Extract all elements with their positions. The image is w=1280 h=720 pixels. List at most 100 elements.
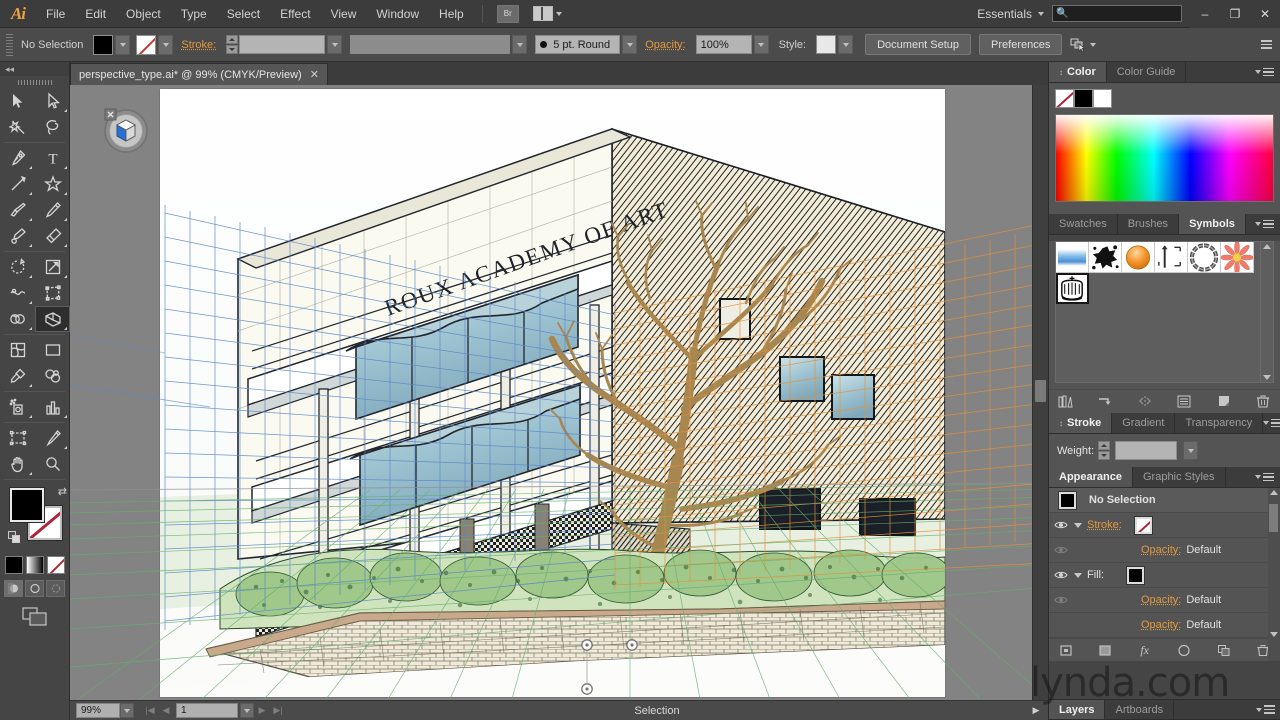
tab-appearance[interactable]: Appearance [1049, 467, 1133, 487]
stepper-up[interactable] [1098, 441, 1111, 450]
symbol-sky[interactable] [1056, 242, 1089, 273]
stroke-color-swatch[interactable] [136, 34, 157, 55]
canvas-vertical-scrollbar[interactable] [1032, 85, 1048, 700]
toolbar-grip[interactable] [0, 76, 69, 88]
zoom-level-input[interactable]: 99% [76, 703, 120, 718]
stroke-profile-input[interactable] [350, 35, 511, 54]
minimize-button[interactable]: – [1190, 0, 1220, 28]
color-spectrum[interactable] [1055, 114, 1274, 202]
mesh-tool[interactable] [0, 337, 35, 363]
symbols-grid[interactable] [1055, 241, 1274, 383]
scroll-up-icon[interactable] [1270, 490, 1278, 495]
status-text[interactable]: Selection [286, 705, 1028, 717]
tab-artboards[interactable]: Artboards [1105, 700, 1175, 719]
visibility-eye-icon[interactable] [1053, 570, 1069, 580]
default-fill-stroke-icon[interactable] [8, 531, 21, 544]
shape-tool[interactable] [35, 171, 70, 197]
disclosure-triangle-icon[interactable] [1074, 572, 1082, 578]
preferences-button[interactable]: Preferences [979, 34, 1063, 55]
tab-gradient[interactable]: Gradient [1112, 413, 1176, 433]
close-icon[interactable]: ✕ [310, 68, 319, 81]
first-artboard-button[interactable]: |◀ [142, 702, 158, 720]
pen-tool[interactable] [0, 145, 35, 171]
symbol-flower[interactable] [1221, 242, 1254, 273]
appearance-scrollbar[interactable] [1268, 488, 1280, 661]
select-similar-icon[interactable] [1070, 38, 1086, 52]
tab-color[interactable]: ↕ Color [1049, 62, 1107, 82]
disclosure-triangle-icon[interactable] [1074, 522, 1082, 528]
menu-file[interactable]: File [36, 0, 75, 28]
menu-window[interactable]: Window [366, 0, 429, 28]
menu-edit[interactable]: Edit [75, 0, 116, 28]
stroke-weight-dropdown[interactable] [327, 35, 343, 54]
tab-color-guide[interactable]: Color Guide [1106, 62, 1187, 82]
appearance-scroll-thumb[interactable] [1269, 504, 1278, 532]
gradient-tool[interactable] [35, 337, 70, 363]
tab-transparency[interactable]: Transparency [1175, 413, 1264, 433]
tab-symbols[interactable]: Symbols [1179, 214, 1246, 234]
visibility-eye-icon-dim[interactable] [1053, 595, 1069, 605]
pencil-tool[interactable] [35, 197, 70, 223]
draw-normal-button[interactable] [4, 580, 23, 597]
menu-object[interactable]: Object [116, 0, 171, 28]
menu-view[interactable]: View [321, 0, 367, 28]
break-symbol-link-button[interactable] [1135, 392, 1154, 411]
menu-type[interactable]: Type [171, 0, 217, 28]
column-graph-tool[interactable] [35, 394, 70, 420]
menu-help[interactable]: Help [429, 0, 474, 28]
color-panel-menu-button[interactable] [1255, 62, 1280, 82]
appearance-fill-opacity-row[interactable]: Opacity: Default [1049, 588, 1280, 613]
stroke-weight-input[interactable] [239, 35, 326, 54]
appearance-stroke-row[interactable]: Stroke: [1049, 513, 1280, 538]
artboard-dropdown[interactable] [240, 703, 254, 718]
document-setup-button[interactable]: Document Setup [865, 34, 972, 55]
appearance-fill-row[interactable]: Fill: [1049, 563, 1280, 588]
place-symbol-instance-button[interactable] [1096, 392, 1115, 411]
free-transform-tool[interactable] [35, 280, 70, 306]
gradient-mode-button[interactable] [25, 556, 44, 574]
appearance-target-swatch[interactable] [1059, 491, 1076, 509]
magic-wand-tool[interactable] [0, 114, 35, 140]
slice-tool[interactable] [35, 425, 70, 451]
stepper-up[interactable] [226, 35, 239, 44]
graphic-style-swatch[interactable] [816, 35, 837, 54]
paintbrush-tool[interactable] [0, 197, 35, 223]
tab-stroke[interactable]: ↕ Stroke [1049, 413, 1113, 433]
eraser-tool[interactable] [35, 223, 70, 249]
scroll-down-icon[interactable] [1270, 632, 1278, 637]
none-mode-button[interactable] [46, 556, 65, 574]
screen-mode-button[interactable] [0, 607, 69, 626]
symbol-arrows[interactable] [1155, 242, 1188, 273]
direct-selection-tool[interactable] [35, 88, 70, 114]
layers-panel-menu-button[interactable] [1256, 700, 1280, 719]
color-none-swatch[interactable] [1055, 89, 1074, 108]
appearance-target-row[interactable]: No Selection [1049, 488, 1280, 513]
artboard[interactable]: ROUX ACADEMY OF ART [160, 89, 945, 697]
hand-tool[interactable] [0, 451, 35, 477]
appearance-stroke-opacity-row[interactable]: Opacity: Default [1049, 538, 1280, 563]
menu-effect[interactable]: Effect [270, 0, 320, 28]
plane-switching-widget[interactable] [100, 105, 150, 155]
select-similar-chevron-icon[interactable] [1090, 42, 1097, 47]
symbols-scrollbar[interactable] [1260, 242, 1273, 382]
zoom-tool[interactable] [35, 451, 70, 477]
appearance-stroke-swatch[interactable] [1134, 516, 1152, 534]
symbol-crown[interactable] [1056, 273, 1089, 304]
stroke-weight-stepper[interactable] [226, 35, 239, 54]
appearance-fill-swatch[interactable] [1127, 566, 1145, 584]
lasso-tool[interactable] [35, 114, 70, 140]
next-artboard-button[interactable]: ▶ [254, 702, 270, 720]
bridge-icon[interactable]: Br [496, 4, 519, 23]
stroke-dropdown-button[interactable] [158, 34, 174, 55]
previous-artboard-button[interactable]: ◀ [158, 702, 174, 720]
draw-inside-button[interactable] [46, 580, 65, 597]
eyedropper-tool[interactable] [0, 363, 35, 389]
last-artboard-button[interactable]: ▶| [270, 702, 286, 720]
visibility-eye-icon-dim[interactable] [1053, 545, 1069, 555]
vertical-scroll-thumb[interactable] [1035, 380, 1046, 402]
search-input[interactable]: 🔍 [1052, 5, 1182, 22]
opacity-input[interactable]: 100% [695, 35, 752, 54]
arrange-documents-button[interactable] [532, 6, 562, 21]
control-panel-menu-button[interactable] [1261, 40, 1272, 49]
symbol-sprayer-tool[interactable] [0, 394, 35, 420]
